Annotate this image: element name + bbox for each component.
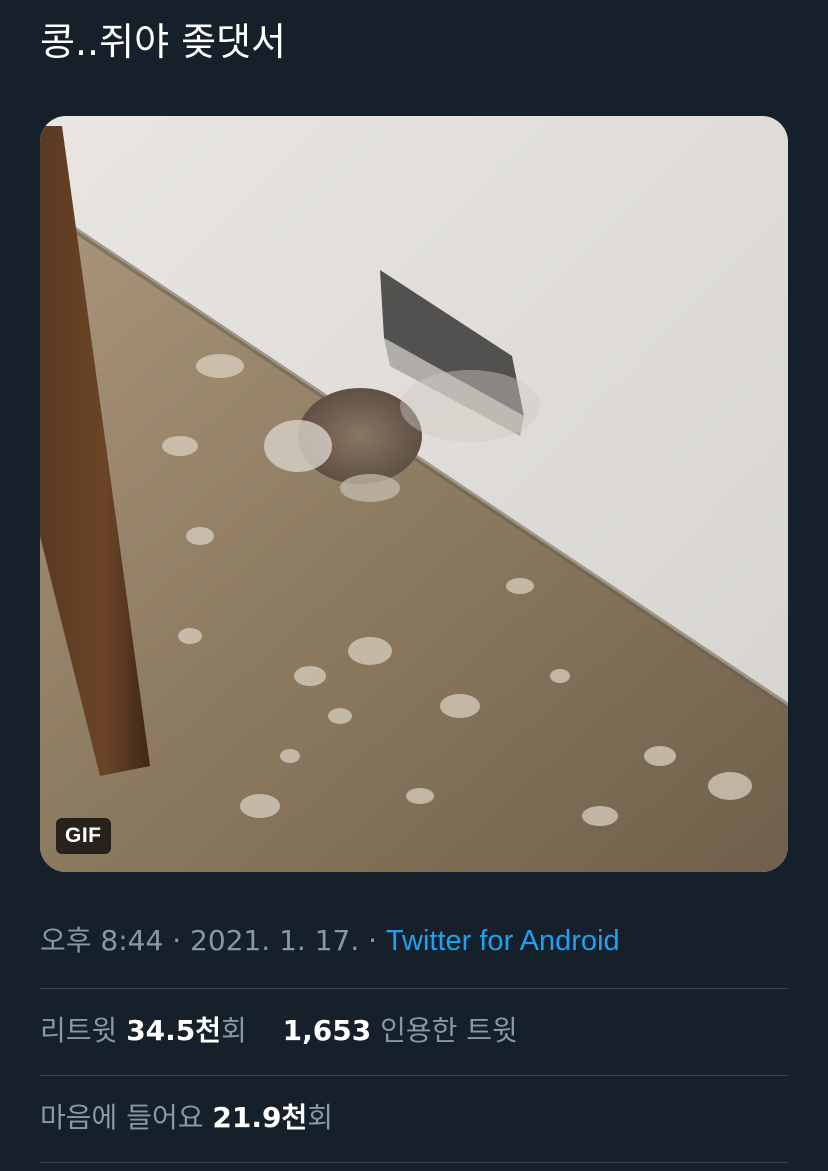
retweet-stats-row: 리트윗 34.5천회 1,653 인용한 트윗 xyxy=(40,1008,518,1054)
likes-unit: 회 xyxy=(307,1101,333,1134)
divider xyxy=(40,1162,788,1163)
retweets-count: 34.5천 xyxy=(126,1014,222,1047)
retweets-stat[interactable]: 리트윗 34.5천회 xyxy=(40,1014,247,1047)
tweet-media-gif[interactable]: GIF xyxy=(40,116,788,872)
meta-separator: · xyxy=(359,924,386,957)
gif-frame-image xyxy=(40,116,788,872)
retweets-unit: 회 xyxy=(221,1014,247,1047)
tweet-date: 2021. 1. 17. xyxy=(190,924,360,957)
quotes-stat[interactable]: 1,653 인용한 트윗 xyxy=(283,1014,518,1047)
gif-badge: GIF xyxy=(56,818,111,854)
likes-stat[interactable]: 마음에 들어요 21.9천회 xyxy=(40,1101,333,1134)
likes-stats-row: 마음에 들어요 21.9천회 xyxy=(40,1095,333,1141)
tweet-source-link[interactable]: Twitter for Android xyxy=(386,925,620,957)
retweets-label: 리트윗 xyxy=(40,1014,127,1047)
tweet-text: 콩..쥐야 좆댓서 xyxy=(40,20,286,64)
tweet-metadata: 오후 8:44 · 2021. 1. 17. · Twitter for And… xyxy=(40,918,620,964)
likes-count: 21.9천 xyxy=(212,1101,308,1134)
meta-separator: · xyxy=(163,924,191,957)
likes-label: 마음에 들어요 xyxy=(40,1101,213,1134)
divider xyxy=(40,988,788,989)
quotes-count: 1,653 xyxy=(282,1014,372,1047)
tweet-time: 오후 8:44 xyxy=(40,924,164,957)
divider xyxy=(40,1075,788,1076)
quotes-label: 인용한 트윗 xyxy=(371,1014,518,1047)
tweet-detail: 콩..쥐야 좆댓서 GIF 오후 8:44 · 2021. 1. 17. · T… xyxy=(0,0,828,1171)
